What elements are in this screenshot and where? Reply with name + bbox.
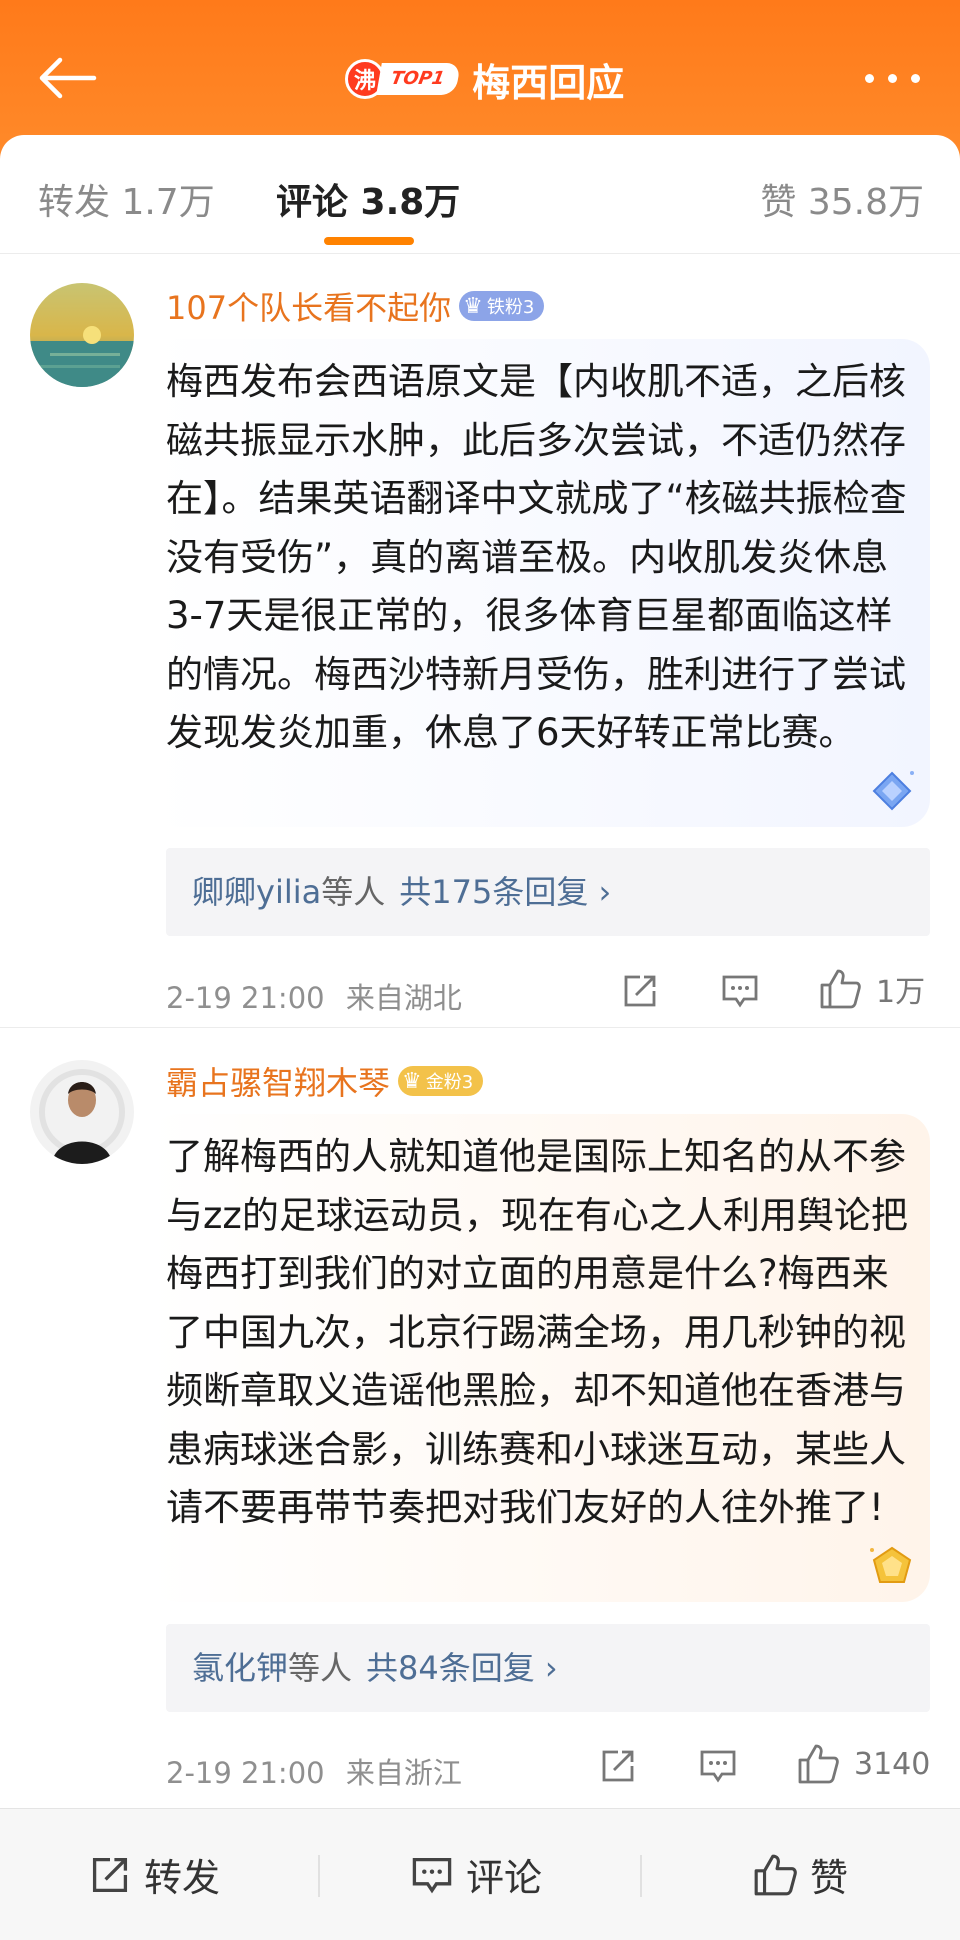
more-options-icon[interactable] bbox=[865, 74, 920, 83]
comment-button[interactable]: 评论 bbox=[410, 1809, 542, 1940]
comment-time: 2-19 21:00 bbox=[166, 981, 325, 1015]
like-button[interactable]: 3140 bbox=[796, 1742, 930, 1786]
thumbs-up-icon bbox=[754, 1854, 797, 1895]
reply-count-link[interactable]: 共175条回复 › bbox=[399, 873, 611, 911]
page-title: 梅西回应 bbox=[472, 60, 625, 105]
active-tab-indicator bbox=[324, 237, 414, 245]
comment-icon bbox=[700, 1750, 736, 1783]
replies-summary[interactable]: 氯化钾等人 共84条回复 › bbox=[166, 1624, 930, 1712]
share-button[interactable] bbox=[620, 971, 660, 1011]
avatar[interactable] bbox=[30, 283, 134, 387]
diamond-fan-icon bbox=[872, 771, 914, 811]
crown-icon: ♛ bbox=[402, 1068, 422, 1094]
reply-button[interactable] bbox=[720, 971, 760, 1011]
comment-icon bbox=[722, 975, 758, 1008]
share-button[interactable] bbox=[598, 1746, 638, 1786]
separator bbox=[318, 1855, 320, 1897]
comment-meta: 2-19 21:00 来自浙江 bbox=[166, 1750, 462, 1792]
avatar[interactable] bbox=[30, 1060, 134, 1164]
back-arrow-icon[interactable] bbox=[38, 56, 98, 100]
like-count: 3140 bbox=[854, 1746, 931, 1782]
comment-bubble: 梅西发布会西语原文是【内收肌不适，之后核磁共振显示水肿，此后多次尝试，不适仍然存… bbox=[150, 339, 930, 827]
title-group: 沸 TOP1 梅西回应 bbox=[345, 52, 624, 106]
comment-username[interactable]: 霸占骡智翔木琴 ♛ 金粉3 bbox=[166, 1058, 484, 1104]
repost-button[interactable]: 转发 bbox=[88, 1809, 220, 1940]
separator bbox=[640, 1855, 642, 1897]
fan-level-badge: ♛ 金粉3 bbox=[398, 1066, 484, 1096]
reply-count-link[interactable]: 共84条回复 › bbox=[366, 1649, 558, 1687]
hot-rank-badge: 沸 TOP1 bbox=[345, 59, 462, 99]
comment-meta: 2-19 21:00 来自湖北 bbox=[166, 975, 462, 1017]
comment-text: 了解梅西的人就知道他是国际上知名的从不参与zz的足球运动员，现在有心之人利用舆论… bbox=[166, 1135, 908, 1529]
thumbs-up-icon bbox=[820, 969, 861, 1009]
share-icon bbox=[624, 975, 656, 1007]
gold-gem-icon bbox=[870, 1546, 912, 1583]
rank-badge: TOP1 bbox=[376, 63, 462, 95]
comment-item: 107个队长看不起你 ♛ 铁粉3 梅西发布会西语原文是【内收肌不适，之后核磁共振… bbox=[0, 253, 960, 1028]
comment-location: 来自浙江 bbox=[345, 1756, 462, 1790]
comment-text: 梅西发布会西语原文是【内收肌不适，之后核磁共振显示水肿，此后多次尝试，不适仍然存… bbox=[166, 360, 907, 754]
thumbs-up-icon bbox=[798, 1744, 839, 1784]
crown-icon: ♛ bbox=[463, 293, 483, 319]
comment-icon bbox=[412, 1857, 452, 1893]
like-button[interactable]: 1万 bbox=[818, 967, 925, 1011]
share-icon bbox=[92, 1857, 128, 1892]
comment-username[interactable]: 107个队长看不起你 ♛ 铁粉3 bbox=[166, 283, 545, 329]
bottom-action-bar: 转发 评论 赞 bbox=[0, 1808, 960, 1940]
reply-button[interactable] bbox=[698, 1746, 738, 1786]
share-icon bbox=[602, 1750, 634, 1782]
like-count: 1万 bbox=[876, 975, 926, 1010]
fan-level-badge: ♛ 铁粉3 bbox=[459, 291, 545, 321]
comment-location: 来自湖北 bbox=[345, 981, 462, 1015]
comment-bubble: 了解梅西的人就知道他是国际上知名的从不参与zz的足球运动员，现在有心之人利用舆论… bbox=[150, 1114, 930, 1602]
tab-repost[interactable]: 转发 1.7万 bbox=[38, 173, 215, 225]
replies-summary[interactable]: 卿卿yilia等人 共175条回复 › bbox=[166, 848, 930, 936]
tab-likes[interactable]: 赞 35.8万 bbox=[760, 173, 924, 225]
tab-bar: 转发 1.7万 评论 3.8万 赞 35.8万 bbox=[0, 135, 960, 254]
comment-time: 2-19 21:00 bbox=[166, 1756, 325, 1790]
tab-comments[interactable]: 评论 3.8万 bbox=[276, 173, 460, 225]
comment-item: 霸占骡智翔木琴 ♛ 金粉3 了解梅西的人就知道他是国际上知名的从不参与zz的足球… bbox=[0, 1028, 960, 1808]
like-post-button[interactable]: 赞 bbox=[752, 1809, 848, 1940]
